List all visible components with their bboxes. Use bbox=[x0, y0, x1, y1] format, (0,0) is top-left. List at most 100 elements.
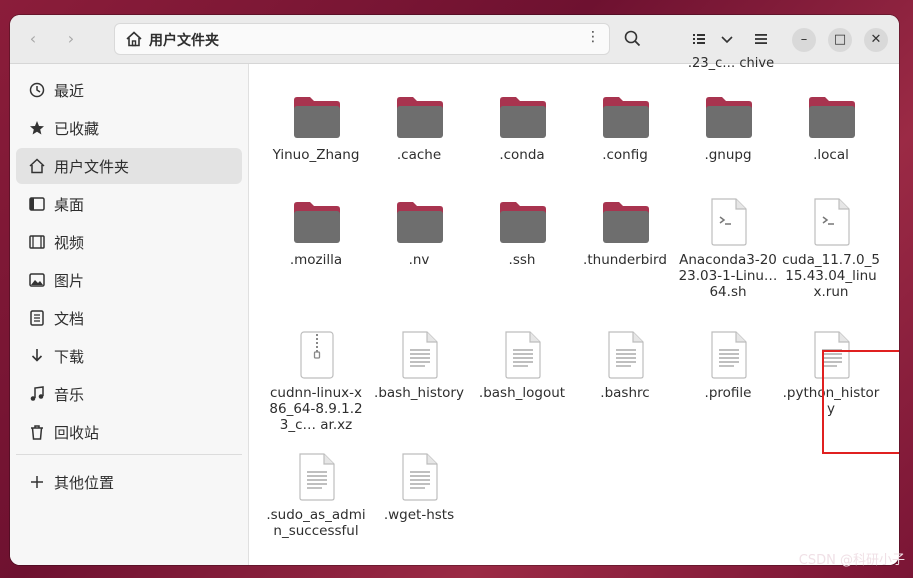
sidebar-separator bbox=[16, 454, 242, 455]
path-label: 用户文件夹 bbox=[149, 33, 219, 49]
sidebar-item-label: 已收藏 bbox=[54, 120, 100, 138]
hamburger-menu-icon bbox=[755, 34, 767, 44]
file-name: .local bbox=[813, 147, 849, 163]
text-file-icon bbox=[402, 331, 438, 379]
file-name: .wget-hsts bbox=[383, 507, 455, 523]
text-file-icon bbox=[608, 331, 644, 379]
file-name: .bashrc bbox=[600, 385, 650, 401]
sidebar-item-videos[interactable]: 视频 bbox=[16, 224, 242, 260]
home-icon bbox=[29, 158, 45, 174]
file-name: .profile bbox=[704, 385, 752, 401]
sidebar-item-label: 最近 bbox=[54, 82, 85, 100]
folder-icon bbox=[500, 97, 546, 138]
plus-icon bbox=[31, 476, 43, 488]
file-name: Anaconda3-2023.03-1-Linu… 64.sh bbox=[678, 252, 778, 300]
file-name: .bash_logout bbox=[478, 385, 566, 401]
script-file-icon bbox=[711, 198, 747, 246]
sidebar-item-documents[interactable]: 文档 bbox=[16, 300, 242, 336]
file-name: .mozilla bbox=[289, 252, 343, 268]
text-file-icon bbox=[711, 331, 747, 379]
chevron-right-icon: › bbox=[67, 29, 75, 48]
search-icon bbox=[624, 30, 641, 47]
picture-icon bbox=[29, 273, 45, 287]
text-file-icon bbox=[505, 331, 541, 379]
folder-icon bbox=[706, 97, 752, 138]
folder-icon bbox=[294, 202, 340, 243]
sidebar-item-label: 用户文件夹 bbox=[54, 158, 130, 176]
list-view-icon bbox=[693, 34, 705, 44]
sidebar-item-label: 图片 bbox=[54, 272, 85, 290]
view-toggle-button[interactable] bbox=[684, 24, 714, 54]
chevron-down-icon bbox=[721, 36, 733, 44]
file-name: .sudo_as_admin_successful bbox=[266, 507, 366, 539]
file-name: .nv bbox=[408, 252, 430, 268]
file-name: .config bbox=[602, 147, 648, 163]
file-name: .gnupg bbox=[704, 147, 752, 163]
search-button[interactable] bbox=[618, 24, 648, 54]
sidebar-item-downloads[interactable]: 下载 bbox=[16, 338, 242, 374]
close-icon: ✕ bbox=[870, 32, 882, 47]
sidebar-item-label: 视频 bbox=[54, 234, 85, 252]
sidebar-item-pictures[interactable]: 图片 bbox=[16, 262, 242, 298]
forward-button[interactable]: › bbox=[56, 24, 86, 54]
sidebar-item-label: 桌面 bbox=[54, 196, 85, 214]
star-icon bbox=[30, 121, 44, 135]
text-file-icon bbox=[402, 453, 438, 501]
sidebar-item-label: 回收站 bbox=[54, 424, 100, 442]
music-icon bbox=[30, 386, 44, 401]
sidebar-item-other-locations[interactable]: 其他位置 bbox=[16, 464, 242, 500]
file-name: .conda bbox=[499, 147, 545, 163]
sidebar-item-music[interactable]: 音乐 bbox=[16, 376, 242, 412]
folder-icon bbox=[809, 97, 855, 138]
minimize-icon: – bbox=[800, 32, 808, 47]
highlight-box bbox=[822, 350, 899, 454]
document-icon bbox=[30, 310, 44, 326]
more-vertical-icon[interactable]: ⋮ bbox=[583, 29, 603, 45]
folder-icon bbox=[603, 202, 649, 243]
folder-icon bbox=[603, 97, 649, 138]
sidebar-item-home[interactable]: 用户文件夹 bbox=[16, 148, 242, 184]
sidebar-item-label: 下载 bbox=[54, 348, 85, 366]
file-name: .cache bbox=[396, 147, 442, 163]
close-button[interactable]: ✕ bbox=[864, 28, 888, 52]
file-grid: .23_c… chive Yinuo_Zhang .cache .conda .… bbox=[249, 56, 899, 565]
back-button[interactable]: ‹ bbox=[18, 24, 48, 54]
sidebar-item-recent[interactable]: 最近 bbox=[16, 72, 242, 108]
video-icon bbox=[29, 235, 45, 249]
folder-icon bbox=[397, 97, 443, 138]
file-manager-window: ‹ › 用户文件夹 ⋮ – □ ✕ 最近 已收藏 用户文件夹 桌面 视频 图片 … bbox=[10, 15, 899, 565]
file-name: Yinuo_Zhang bbox=[272, 147, 360, 163]
watermark: CSDN @科研小子 bbox=[798, 553, 905, 568]
archive-file-icon bbox=[300, 331, 334, 379]
sidebar-item-trash[interactable]: 回收站 bbox=[16, 414, 242, 450]
minimize-button[interactable]: – bbox=[792, 28, 816, 52]
home-icon bbox=[126, 31, 142, 47]
trash-icon bbox=[31, 425, 43, 440]
partial-file-label: .23_c… chive bbox=[687, 56, 775, 71]
folder-icon bbox=[397, 202, 443, 243]
path-bar[interactable]: 用户文件夹 ⋮ bbox=[114, 23, 610, 55]
sort-options-button[interactable] bbox=[712, 24, 742, 54]
sidebar-item-starred[interactable]: 已收藏 bbox=[16, 110, 242, 146]
desktop-icon bbox=[29, 197, 45, 211]
file-name: .thunderbird bbox=[583, 252, 667, 268]
sidebar-item-label: 文档 bbox=[54, 310, 85, 328]
main-menu-button[interactable] bbox=[746, 24, 776, 54]
file-name: .ssh bbox=[508, 252, 536, 268]
maximize-button[interactable]: □ bbox=[828, 28, 852, 52]
clock-icon bbox=[29, 82, 45, 98]
file-name: .bash_history bbox=[374, 385, 464, 401]
folder-icon bbox=[294, 97, 340, 138]
maximize-icon: □ bbox=[833, 32, 847, 47]
chevron-left-icon: ‹ bbox=[29, 29, 37, 48]
text-file-icon bbox=[299, 453, 335, 501]
script-file-icon bbox=[814, 198, 850, 246]
file-name: cudnn-linux-x86_64-8.9.1.23_c… ar.xz bbox=[269, 385, 363, 433]
sidebar-item-label: 其他位置 bbox=[54, 474, 115, 492]
sidebar-item-desktop[interactable]: 桌面 bbox=[16, 186, 242, 222]
sidebar-item-label: 音乐 bbox=[54, 386, 85, 404]
folder-icon bbox=[500, 202, 546, 243]
file-name: cuda_11.7.0_515.43.04_linux.run bbox=[782, 252, 880, 300]
download-icon bbox=[31, 349, 43, 362]
sidebar: 最近 已收藏 用户文件夹 桌面 视频 图片 文档 下载 音乐 回收站 其他位置 bbox=[10, 64, 249, 565]
